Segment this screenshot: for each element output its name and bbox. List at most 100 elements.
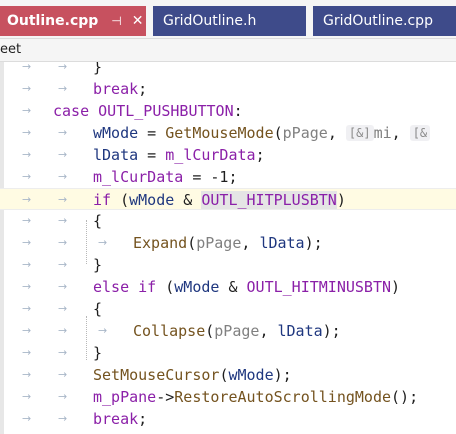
code-line: → → break; <box>22 408 148 430</box>
code-token: = <box>138 124 166 142</box>
code-token: } <box>93 62 103 76</box>
code-token: = -1; <box>183 168 238 186</box>
code-token: , <box>259 322 278 340</box>
close-icon[interactable]: ✕ <box>132 13 144 29</box>
code-line: → → break; <box>22 78 148 100</box>
code-line-text: wMode = GetMouseMode(pPage, [&] mi, [& <box>93 122 431 144</box>
code-line: → → { <box>22 300 103 318</box>
code-token: } <box>93 256 103 274</box>
code-line-text: Collapse(pPage, lData); <box>133 320 341 342</box>
code-token: wMode <box>228 366 274 384</box>
code-line: → → else if (wMode & OUTL_HITMINUSBTN) <box>22 276 401 298</box>
code-line-text: if (wMode & OUTL_HITPLUSBTN) <box>93 189 346 211</box>
code-token: OUTL_HITMINUSBTN <box>246 278 392 296</box>
code-line: → → SetMouseCursor(wMode); <box>22 364 292 386</box>
nav-scope-label: eet <box>0 42 22 57</box>
tab-label: GridOutline.cpp <box>323 13 433 29</box>
code-token: m_lCurData <box>165 146 256 164</box>
code-line: → case OUTL_PUSHBUTTON: <box>22 100 243 122</box>
code-token: { <box>93 300 103 318</box>
tab-outline-cpp[interactable]: Outline.cpp ⊣ ✕ <box>0 6 146 36</box>
code-token: , <box>327 124 346 142</box>
code-token: pPage <box>282 124 328 142</box>
code-line-text: m_pPane->RestoreAutoScrollingMode(); <box>93 386 418 408</box>
code-token: = <box>138 146 166 164</box>
code-token: & <box>219 278 247 296</box>
code-token: , <box>391 124 410 142</box>
code-token: ; <box>138 80 148 98</box>
code-token: break <box>93 410 139 428</box>
code-line-text: lData = m_lCurData; <box>93 144 265 166</box>
pin-icon[interactable]: ⊣ <box>111 14 121 28</box>
code-token: & <box>174 191 202 209</box>
code-line-text: Expand(pPage, lData); <box>133 232 323 254</box>
code-token: mi <box>373 124 392 142</box>
tab-gridoutline-h[interactable]: GridOutline.h <box>153 6 306 36</box>
code-line: → → → Collapse(pPage, lData); <box>22 320 341 342</box>
code-token: } <box>93 344 103 362</box>
code-token: ( <box>111 191 130 209</box>
code-token: , <box>241 234 260 252</box>
code-token: ) <box>336 191 346 209</box>
code-token: SetMouseCursor <box>93 366 220 384</box>
code-line: → → lData = m_lCurData; <box>22 144 265 166</box>
current-code-line: → → if (wMode & OUTL_HITPLUSBTN) <box>0 188 456 210</box>
tab-label: GridOutline.h <box>163 13 257 29</box>
code-token: (); <box>391 388 419 406</box>
tab-label: Outline.cpp <box>7 13 99 29</box>
code-token: lData <box>259 234 305 252</box>
code-token: wMode <box>174 278 220 296</box>
tab-strip: Outline.cpp ⊣ ✕ GridOutline.h GridOutlin… <box>0 0 456 38</box>
code-line: → → m_lCurData = -1; <box>22 166 238 188</box>
code-token: Expand <box>133 234 188 252</box>
code-line-text: else if (wMode & OUTL_HITMINUSBTN) <box>93 276 400 298</box>
code-line: → → → Expand(pPage, lData); <box>22 232 323 254</box>
code-token: ( <box>156 278 175 296</box>
code-line: → → } <box>0 62 456 78</box>
code-line: → → } <box>22 256 103 274</box>
code-token: case <box>53 102 90 120</box>
code-token: Collapse <box>133 322 206 340</box>
code-token: lData <box>277 322 323 340</box>
code-token: OUTL_HITPLUSBTN <box>201 191 337 209</box>
code-token: ); <box>322 322 341 340</box>
code-token: else <box>93 278 130 296</box>
code-token: break <box>93 80 139 98</box>
code-token: ( <box>205 322 215 340</box>
code-token: if <box>93 191 112 209</box>
code-token: GetMouseMode <box>165 124 274 142</box>
code-line: → → { <box>22 212 103 230</box>
code-line-text: break; <box>93 408 147 430</box>
code-token: ); <box>304 234 323 252</box>
code-token: m_pPane <box>93 388 157 406</box>
code-line-text: break; <box>93 78 147 100</box>
code-token: pPage <box>196 234 242 252</box>
code-line-text: SetMouseCursor(wMode); <box>93 364 292 386</box>
code-token: : <box>233 102 243 120</box>
inlay-hint: [&] <box>345 125 374 141</box>
code-token: ) <box>391 278 401 296</box>
code-token: { <box>93 212 103 230</box>
code-token: -> <box>156 388 175 406</box>
code-editor[interactable]: → → } → → break; → case OUTL_PUSHBUTTON: →… <box>0 62 456 434</box>
code-token: ); <box>273 366 292 384</box>
code-line: → → wMode = GetMouseMode(pPage, [&] mi, [& <box>0 122 456 144</box>
code-token: wMode <box>129 191 175 209</box>
inlay-hint: [& <box>409 125 431 141</box>
navigation-bar[interactable]: eet <box>0 38 456 62</box>
code-line: → → } <box>22 344 103 362</box>
code-token: if <box>138 278 157 296</box>
code-token: lData <box>93 146 139 164</box>
code-line-text: case OUTL_PUSHBUTTON: <box>53 100 243 122</box>
code-token: m_lCurData <box>93 168 184 186</box>
code-line-text: m_lCurData = -1; <box>93 166 238 188</box>
tab-gridoutline-cpp[interactable]: GridOutline.cpp <box>313 6 456 36</box>
code-line: → → m_pPane->RestoreAutoScrollingMode(); <box>22 386 419 408</box>
code-token: OUTL_PUSHBUTTON <box>98 102 234 120</box>
code-token: ; <box>255 146 265 164</box>
code-token: wMode <box>93 124 139 142</box>
code-token: RestoreAutoScrollingMode <box>174 388 392 406</box>
code-token: pPage <box>214 322 260 340</box>
code-token: ( <box>273 124 283 142</box>
